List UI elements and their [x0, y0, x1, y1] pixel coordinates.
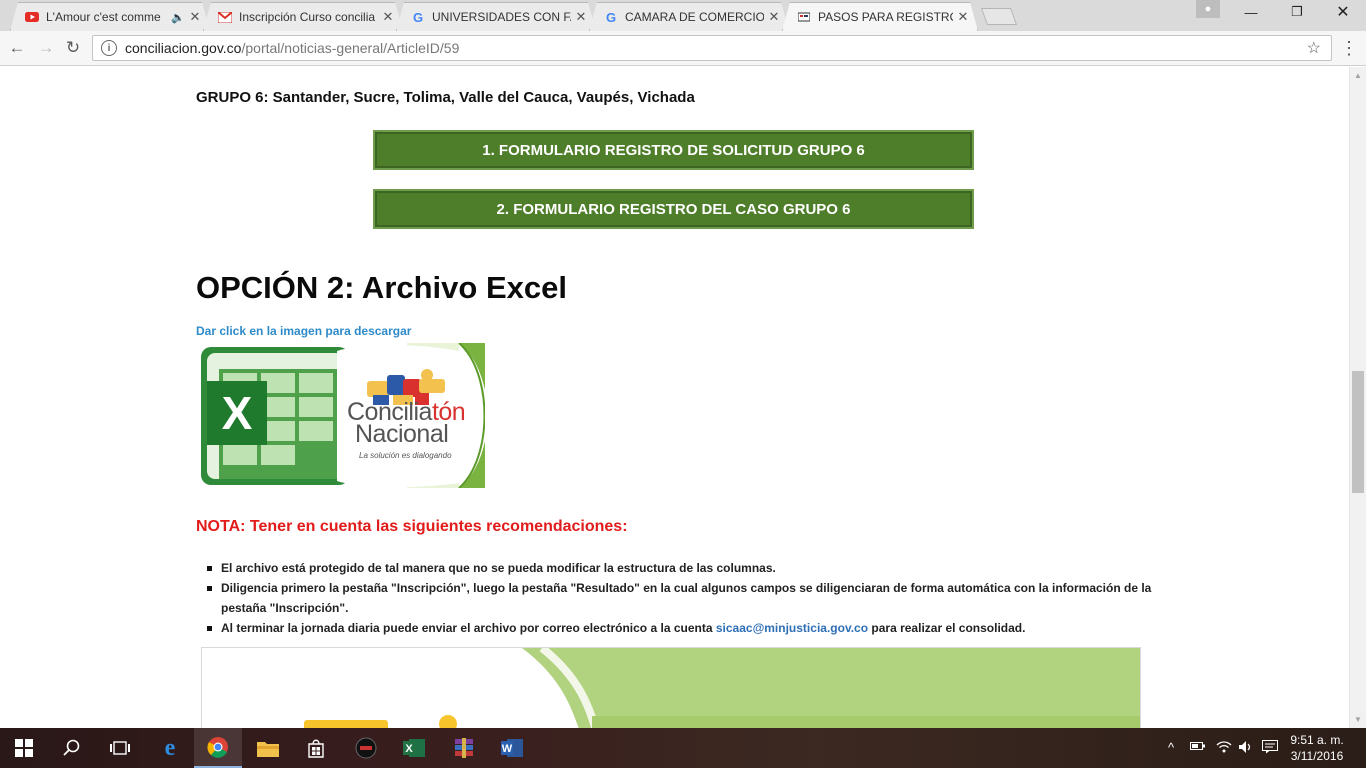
page-scrollbar[interactable]: ▲ ▼: [1349, 67, 1366, 728]
formulario-solicitud-button[interactable]: 1. FORMULARIO REGISTRO DE SOLICITUD GRUP…: [373, 130, 974, 170]
volume-icon[interactable]: [1238, 740, 1254, 757]
formulario-caso-button[interactable]: 2. FORMULARIO REGISTRO DEL CASO GRUPO 6: [373, 189, 974, 229]
new-tab-button[interactable]: [980, 8, 1018, 25]
forward-arrow-icon[interactable]: →: [35, 37, 57, 59]
notifications-icon[interactable]: [1262, 740, 1278, 757]
task-view-icon[interactable]: [96, 728, 144, 768]
tab-title: Inscripción Curso concilia: [239, 10, 376, 24]
logo-tagline: La solución es dialogando: [359, 451, 452, 460]
url-host: conciliacion.gov.co: [125, 40, 242, 56]
chevron-up-icon[interactable]: ^: [1168, 740, 1174, 755]
scroll-up-icon[interactable]: ▲: [1354, 71, 1362, 80]
reload-icon[interactable]: ↻: [62, 37, 84, 59]
clock-date: 3/11/2016: [1290, 749, 1344, 763]
recommendations-list: El archivo está protegido de tal manera …: [207, 558, 1156, 638]
svg-text:W: W: [502, 743, 513, 755]
tab-google-camara[interactable]: G CAMARA DE COMERCIO ✕: [589, 2, 789, 31]
close-tab-icon[interactable]: ✕: [189, 9, 201, 25]
email-link[interactable]: sicaac@minjusticia.gov.co: [716, 621, 868, 635]
nota-heading: NOTA: Tener en cuenta las siguientes rec…: [196, 518, 628, 535]
minimize-icon[interactable]: —: [1228, 0, 1274, 24]
scrollbar-thumb[interactable]: [1352, 371, 1364, 493]
site-icon: [797, 10, 811, 24]
taskbar-clock[interactable]: 9:51 a. m. 3/11/2016: [1287, 732, 1347, 764]
scroll-down-icon[interactable]: ▼: [1354, 715, 1362, 724]
store-icon[interactable]: [292, 728, 340, 768]
edge-icon[interactable]: e: [146, 728, 194, 768]
list-item: Diligencia primero la pestaña "Inscripci…: [207, 578, 1156, 618]
tab-title: PASOS PARA REGISTRO D: [818, 10, 953, 24]
tab-strip: L'Amour c'est comme 🔈 ✕ Inscripción Curs…: [0, 0, 1366, 31]
back-arrow-icon[interactable]: ←: [6, 37, 28, 59]
close-tab-icon[interactable]: ✕: [382, 9, 394, 25]
winrar-icon[interactable]: [440, 728, 488, 768]
audio-playing-icon[interactable]: 🔈: [171, 11, 185, 24]
conciliaton-banner-image: [201, 647, 1141, 728]
file-explorer-icon[interactable]: [244, 728, 292, 768]
windows-start-icon[interactable]: [0, 728, 48, 768]
browser-toolbar: ← → ↻ i conciliacion.gov.co/portal/notic…: [0, 31, 1366, 66]
tab-youtube[interactable]: L'Amour c'est comme 🔈 ✕: [10, 2, 210, 31]
excel-icon[interactable]: X: [390, 728, 438, 768]
clock-time: 9:51 a. m.: [1290, 733, 1344, 747]
media-app-icon[interactable]: [342, 728, 390, 768]
word-icon[interactable]: W: [488, 728, 536, 768]
rec3-text: Al terminar la jornada diaria puede envi…: [221, 621, 713, 635]
tab-pasos-registro[interactable]: PASOS PARA REGISTRO D ✕: [782, 2, 978, 31]
list-item: El archivo está protegido de tal manera …: [207, 558, 1156, 578]
tab-title: UNIVERSIDADES CON FA: [432, 10, 571, 24]
windows-taskbar: e X W ^ 9:51 a. m. 3/11/2016: [0, 728, 1366, 768]
tab-google-universidades[interactable]: G UNIVERSIDADES CON FA ✕: [396, 2, 596, 31]
logo-text-line2: Nacional: [355, 420, 449, 448]
svg-text:X: X: [405, 743, 413, 755]
bookmark-star-icon[interactable]: ☆: [1307, 38, 1321, 58]
gmail-icon: [218, 10, 232, 24]
grupo-heading: GRUPO 6: Santander, Sucre, Tolima, Valle…: [196, 89, 695, 106]
restore-icon[interactable]: ❐: [1274, 0, 1320, 24]
rec3-text-after: para realizar el consolidad.: [871, 621, 1026, 635]
close-window-icon[interactable]: ✕: [1320, 0, 1366, 24]
youtube-icon: [25, 10, 39, 24]
user-profile-icon[interactable]: ●: [1196, 0, 1220, 18]
page-viewport: GRUPO 6: Santander, Sucre, Tolima, Valle…: [0, 67, 1349, 728]
google-icon: G: [412, 9, 424, 25]
battery-icon[interactable]: [1190, 740, 1206, 755]
tab-title: L'Amour c'est comme: [46, 10, 161, 24]
tab-title: CAMARA DE COMERCIO: [625, 10, 764, 24]
close-tab-icon[interactable]: ✕: [575, 9, 587, 25]
close-tab-icon[interactable]: ✕: [768, 9, 780, 25]
chrome-menu-icon[interactable]: ⋮: [1340, 39, 1358, 59]
list-item: Al terminar la jornada diaria puede envi…: [207, 618, 1156, 638]
info-icon[interactable]: i: [101, 40, 117, 56]
search-icon[interactable]: [48, 728, 96, 768]
close-tab-icon[interactable]: ✕: [957, 9, 969, 25]
excel-download-image[interactable]: X Conciliatón Nacional La solución es di…: [197, 342, 488, 489]
url-path: /portal/noticias-general/ArticleID/59: [241, 40, 460, 56]
wifi-icon[interactable]: [1216, 740, 1232, 757]
address-bar[interactable]: i conciliacion.gov.co/portal/noticias-ge…: [92, 35, 1332, 61]
google-icon: G: [605, 9, 617, 25]
option-heading: OPCIÓN 2: Archivo Excel: [196, 270, 567, 305]
svg-text:X: X: [222, 387, 253, 439]
chrome-icon[interactable]: [194, 728, 242, 768]
download-hint: Dar click en la imagen para descargar: [196, 324, 412, 338]
tab-gmail[interactable]: Inscripción Curso concilia ✕: [203, 2, 403, 31]
